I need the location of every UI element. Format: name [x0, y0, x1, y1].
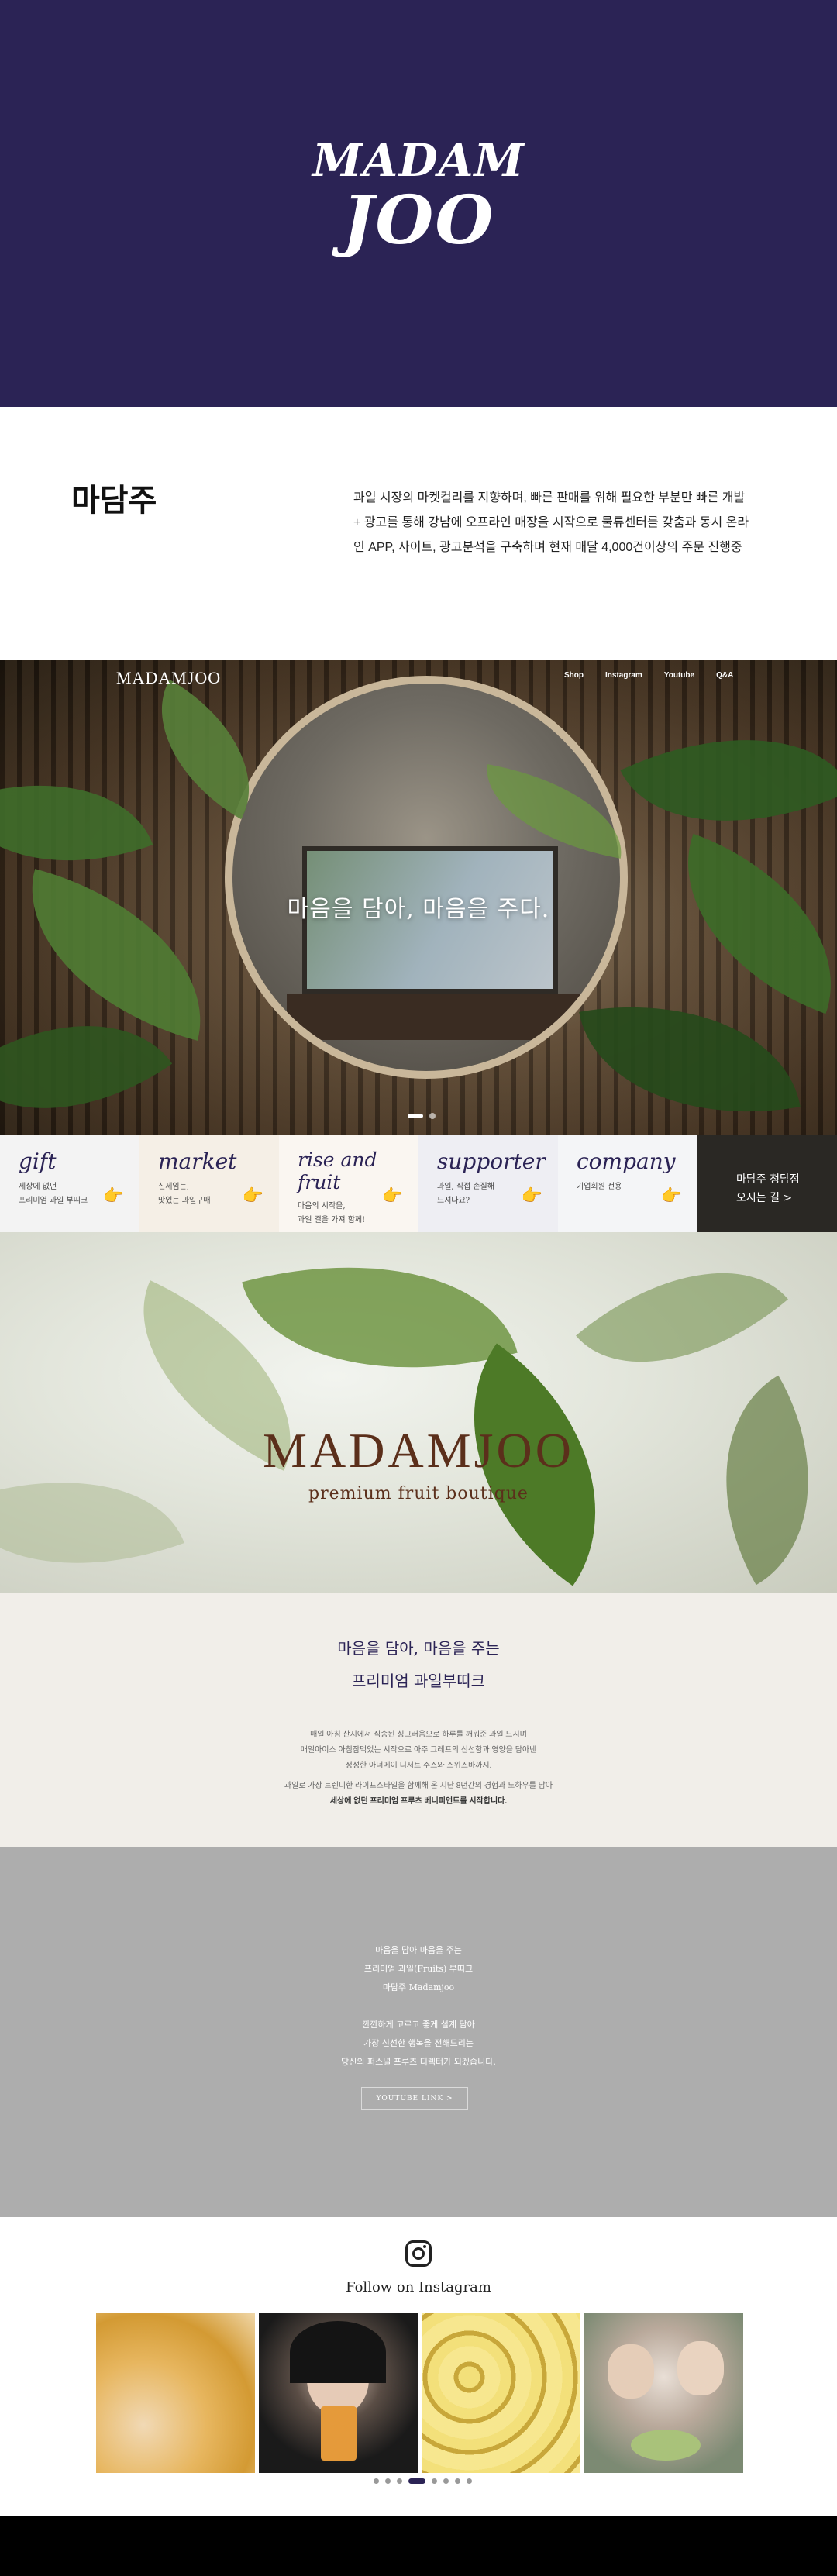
- intro-text-line1: 과일 시장의 마켓컬리를 지향하며, 빠른 판매를 위해 필요한 부분만 빠른 …: [353, 491, 746, 505]
- instagram-title: Follow on Instagram: [346, 2279, 491, 2295]
- gallery-dot-2[interactable]: [385, 2478, 391, 2484]
- plant-leaf: [576, 1232, 788, 1419]
- hero-banner: MADAM JOO: [0, 0, 837, 407]
- video-line: 마담주 Madamjoo: [382, 1982, 455, 1992]
- store-location-text: 마담주 청담점 오시는 길 >: [736, 1170, 800, 1207]
- cabinet: [287, 994, 581, 1040]
- peach-photo[interactable]: [96, 2313, 255, 2473]
- about-p1-line1: 매일 아침 산지에서 직송된 싱그러움으로 하루를 깨워준 과일 드시며: [310, 1731, 527, 1739]
- gallery-dot-4[interactable]: [408, 2478, 425, 2484]
- video-line: 가장 신선한 행복을 전해드리는: [363, 2038, 474, 2048]
- gallery-dot-1[interactable]: [374, 2478, 379, 2484]
- plant-leaf: [670, 1375, 837, 1586]
- two-women-grapes-photo[interactable]: [584, 2313, 743, 2473]
- intro-text-line2: + 광고를 통해 강남에 오프라인 매장을 시작으로 물류센터를 갖춤과 동시 …: [353, 516, 749, 529]
- video-text-block-2: 깐깐하게 고르고 좋게 설계 담아 가장 신선한 행복을 전해드리는 당신의 퍼…: [0, 2016, 837, 2071]
- store-directions-link[interactable]: 오시는 길 >: [736, 1189, 800, 1207]
- gallery-dot-5[interactable]: [432, 2478, 437, 2484]
- hero-logo-line2: JOO: [342, 181, 495, 260]
- gallery-pagination: [374, 2478, 472, 2484]
- intro-section: 마담주 과일 시장의 마켓컬리를 지향하며, 빠른 판매를 위해 필요한 부분만…: [0, 407, 837, 660]
- about-paragraph-2: 과일로 가장 트렌디한 라이프스타일을 함께해 온 지난 8년간의 경험과 노하…: [0, 1779, 837, 1810]
- card-title: supporter: [437, 1149, 546, 1174]
- slider-dots: [408, 1113, 436, 1119]
- about-section: 마음을 담아, 마음을 주는 프리미엄 과일부띠크 매일 아침 산지에서 직송된…: [0, 1593, 837, 1847]
- hero-slogan: 마음을 담아, 마음을 주다.: [287, 896, 550, 923]
- pointing-hand-icon: 👉: [381, 1186, 403, 1205]
- about-heading-2: 프리미엄 과일부띠크: [352, 1672, 485, 1690]
- pointing-hand-icon: 👉: [102, 1186, 124, 1205]
- footer: [0, 2516, 837, 2576]
- card-supporter[interactable]: supporter 과일, 직접 손질해 드셔나요? 👉: [418, 1135, 558, 1232]
- category-cards: gift 세상에 없던 프리미엄 과일 부띠크 👉 market 신세임는, 맛…: [0, 1135, 837, 1232]
- card-title: company: [577, 1149, 676, 1174]
- pointing-hand-icon: 👉: [521, 1186, 542, 1205]
- video-line: 깐깐하게 고르고 좋게 설계 담아: [362, 2020, 475, 2030]
- nav-instagram[interactable]: Instagram: [605, 671, 642, 680]
- about-p1-line3: 정성한 아너메이 디저트 주스와 스위즈바까지.: [345, 1762, 492, 1770]
- youtube-link-button[interactable]: YOUTUBE LINK >: [361, 2087, 468, 2110]
- nav-youtube[interactable]: Youtube: [664, 671, 694, 680]
- card-market[interactable]: market 신세임는, 맛있는 과일구매 👉: [140, 1135, 279, 1232]
- about-paragraph-1: 매일 아침 산지에서 직송된 싱그러움으로 하루를 깨워준 과일 드시며 매일아…: [0, 1727, 837, 1774]
- nav-qna[interactable]: Q&A: [716, 671, 733, 680]
- instagram-icon[interactable]: [405, 2240, 432, 2267]
- intro-text-line3: 인 APP, 사이트, 광고분석을 구축하며 현재 매달 4,000건이상의 주…: [353, 541, 742, 554]
- mango-photo[interactable]: [422, 2313, 580, 2473]
- boutique-banner: MADAMJOO premium fruit boutique: [0, 1232, 837, 1593]
- instagram-section: Follow on Instagram: [0, 2217, 837, 2516]
- card-gift[interactable]: gift 세상에 없던 프리미엄 과일 부띠크 👉: [0, 1135, 140, 1232]
- video-line: 프리미엄 과일(Fruits) 부띠크: [363, 1964, 474, 1974]
- card-rise-and-fruit[interactable]: rise and fruit 마음의 시작을, 과일 결을 가져 함께! 👉: [279, 1135, 418, 1232]
- video-text-block-1: 마음을 담아 마음을 주는 프리미엄 과일(Fruits) 부띠크 마담주 Ma…: [0, 1941, 837, 1997]
- nav-logo[interactable]: MADAMJOO: [116, 668, 221, 688]
- gallery-dot-7[interactable]: [455, 2478, 460, 2484]
- pointing-hand-icon: 👉: [660, 1186, 682, 1205]
- gallery-dot-6[interactable]: [443, 2478, 449, 2484]
- nav-shop[interactable]: Shop: [564, 671, 584, 680]
- about-p1-line2: 매일아이스 아침잠먹었는 시작으로 아주 그레프의 신선함과 영양을 담아낸: [300, 1746, 537, 1755]
- card-company[interactable]: company 기업회원 전용 👉: [558, 1135, 698, 1232]
- video-line: 마음을 담아 마음을 주는: [375, 1945, 462, 1955]
- instagram-gallery: [96, 2313, 743, 2473]
- boutique-subtitle: premium fruit boutique: [308, 1484, 529, 1503]
- about-p2-line1: 과일로 가장 트렌디한 라이프스타일을 함께해 온 지난 8년간의 경험과 노하…: [284, 1782, 553, 1790]
- about-heading-1: 마음을 담아, 마음을 주는: [337, 1639, 500, 1658]
- intro-title: 마담주: [71, 484, 157, 518]
- store-name: 마담주 청담점: [736, 1173, 800, 1186]
- video-line: 당신의 퍼스널 프루츠 디렉터가 되겠습니다.: [341, 2057, 496, 2067]
- hero-logo: MADAM JOO: [0, 138, 837, 254]
- main-nav: Shop Instagram Youtube Q&A: [564, 671, 755, 680]
- pointing-hand-icon: 👉: [242, 1186, 264, 1205]
- slider-dot-1[interactable]: [408, 1114, 423, 1118]
- gallery-dot-3[interactable]: [397, 2478, 402, 2484]
- gallery-dot-8[interactable]: [467, 2478, 472, 2484]
- intro-text: 과일 시장의 마켓컬리를 지향하며, 빠른 판매를 위해 필요한 부분만 빠른 …: [353, 486, 787, 560]
- boutique-title: MADAMJOO: [263, 1423, 574, 1478]
- card-title: gift: [19, 1149, 57, 1174]
- about-p2-line2: 세상에 없던 프리미엄 프루츠 베니피언트를 시작합니다.: [329, 1797, 508, 1806]
- woman-juice-photo[interactable]: [259, 2313, 418, 2473]
- card-title: market: [158, 1149, 237, 1174]
- hero-logo-line1: MADAM: [312, 134, 525, 187]
- video-section: 마음을 담아 마음을 주는 프리미엄 과일(Fruits) 부띠크 마담주 Ma…: [0, 1847, 837, 2217]
- slider-dot-2[interactable]: [429, 1113, 436, 1119]
- card-sub-line2: 과일 결을 가져 함께!: [298, 1216, 366, 1224]
- photo-hero: MADAMJOO Shop Instagram Youtube Q&A 마음을 …: [0, 660, 837, 1135]
- round-mirror-image: [225, 676, 628, 1079]
- card-store-location[interactable]: 마담주 청담점 오시는 길 >: [698, 1135, 837, 1232]
